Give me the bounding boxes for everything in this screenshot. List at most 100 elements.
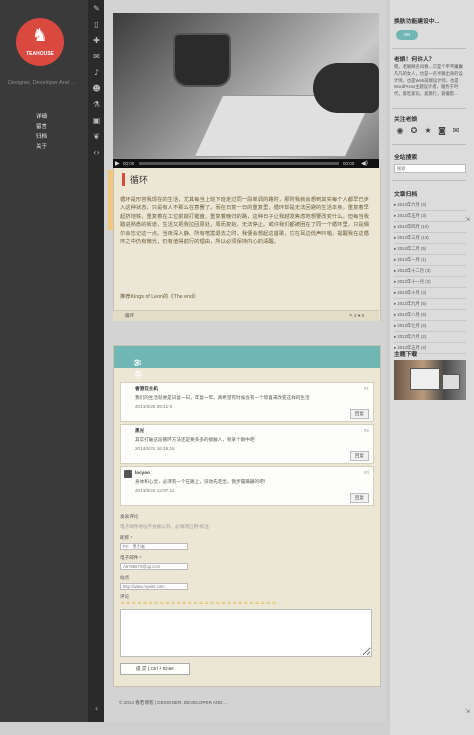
post-title[interactable]: 循环 bbox=[122, 173, 148, 186]
search-title: 全站搜索 bbox=[394, 155, 418, 161]
about-title: 老娘！何许人？ bbox=[394, 57, 435, 63]
archive-item[interactable]: ▸ 2014年五月 (3) bbox=[394, 211, 466, 222]
heart-icon: ♥ bbox=[357, 313, 361, 318]
comments-section: ✉ 3 条留言 香港云主机 #1 我们的生活就要是日复一日，年复一年。真希望有时… bbox=[113, 345, 381, 687]
tencent-icon[interactable]: ✪ bbox=[410, 127, 418, 135]
reply-button[interactable]: 回复 bbox=[349, 493, 369, 503]
post-signature: 推荐Kings of Leon的《The end》 bbox=[120, 294, 199, 300]
email-input[interactable] bbox=[120, 563, 188, 570]
site-tagline: Designer, Developer And ... bbox=[8, 80, 75, 86]
footer-text: © 2014 春若博客 | DESIGNER, DEVELOPER AND ..… bbox=[119, 700, 228, 705]
comment-count-icon: ✎ bbox=[349, 313, 353, 318]
comment-number: #1 bbox=[363, 386, 369, 391]
like-count[interactable]: 0 bbox=[362, 313, 365, 318]
comment-item: locyoo #3 身体和心灵，必须有一个在路上，没动先走出，我步履蹒跚的吧！ … bbox=[120, 466, 374, 506]
comments-header: ✉ 3 条留言 bbox=[114, 346, 380, 406]
archive-item[interactable]: ▸ 2014年六月 (4) bbox=[394, 200, 466, 211]
nav-item-details[interactable]: 详细 bbox=[36, 112, 47, 120]
audio-player: ▶ 00:00 00:00 ◀) bbox=[113, 159, 379, 168]
user-icon[interactable]: ☻ bbox=[92, 84, 101, 93]
tablet-icon[interactable]: ▯ bbox=[92, 20, 101, 29]
archive-item[interactable]: ▸ 2014年三月 (13) bbox=[394, 233, 466, 244]
archive-item[interactable]: ▸ 2013年七月 (4) bbox=[394, 321, 466, 332]
logo-text: TEAHOUSE bbox=[26, 51, 54, 57]
submit-button[interactable]: 提 交 ( Ctrl + Enter bbox=[120, 663, 190, 675]
post-meta: 循环 ✎ 3 ♥ 0 bbox=[113, 310, 379, 321]
comment-item: 黑光 #2 其实打破这段循环方法还是要多多的接触人，到某个群中吧 2014/6/… bbox=[120, 424, 374, 464]
skin-toggle[interactable]: ON bbox=[396, 30, 418, 40]
play-icon[interactable]: ▶ bbox=[115, 160, 120, 167]
gamepad-icon[interactable]: ✚ bbox=[92, 36, 101, 45]
comment-count[interactable]: 3 bbox=[354, 313, 357, 318]
archive-item[interactable]: ▸ 2013年十二月 (3) bbox=[394, 266, 466, 277]
site-input[interactable] bbox=[120, 583, 188, 590]
divider bbox=[392, 180, 466, 181]
divider bbox=[392, 108, 466, 109]
archive-item[interactable]: ▸ 2014年二月 (5) bbox=[394, 244, 466, 255]
archive-title: 文章归档 bbox=[394, 192, 418, 198]
comment-date: 2014/6/22 16:16:16 bbox=[135, 446, 175, 451]
reply-button[interactable]: 回复 bbox=[349, 409, 369, 419]
archive-item[interactable]: ▸ 2013年八月 (6) bbox=[394, 310, 466, 321]
name-input[interactable] bbox=[120, 543, 188, 550]
smiley-bar[interactable]: ☺☺☺☺☺☺☺☺☺☺☺☺☺☺☺☺☺☺☺☺☺☺☺☺☺☺☺☺ bbox=[120, 600, 277, 606]
flask-icon[interactable]: ⚗ bbox=[92, 100, 101, 109]
archive-item[interactable]: ▸ 2013年十月 (3) bbox=[394, 288, 466, 299]
post-card: 循环 循环是形容我现在的生活，尤其每当上班下班走过同一段单调的路时，那时我就会想… bbox=[113, 168, 381, 321]
horse-logo-icon: ♞ bbox=[31, 25, 49, 46]
search-input[interactable] bbox=[394, 164, 466, 173]
expand-arrow-icon[interactable]: ⇲ bbox=[465, 216, 470, 223]
rss-icon[interactable]: ◙ bbox=[438, 127, 446, 135]
image-icon[interactable]: ▣ bbox=[92, 116, 101, 125]
post-counts: ✎ 3 ♥ 0 bbox=[349, 313, 364, 319]
nav-item-guestbook[interactable]: 留言 bbox=[36, 122, 47, 130]
mug-shape bbox=[173, 33, 231, 87]
follow-title: 关注老娘 bbox=[394, 117, 418, 123]
comment-text: 身体和心灵，必须有一个在路上，没动先走出，我步履蹒跚的吧！ bbox=[135, 479, 269, 484]
archive-item[interactable]: ▸ 2014年四月 (10) bbox=[394, 222, 466, 233]
nav-item-about[interactable]: 关于 bbox=[36, 142, 47, 150]
left-sidebar: ♞ TEAHOUSE Designer, Developer And ... 详… bbox=[0, 0, 88, 722]
envelope-icon[interactable]: ✉ bbox=[92, 52, 101, 61]
site-logo[interactable]: ♞ TEAHOUSE bbox=[16, 18, 64, 66]
about-text: 嗯，老娘网名叫春…只是个平平庸庸凡凡的女人，也是一名半路出身的设计师，也是Web… bbox=[394, 64, 463, 97]
screen-shape bbox=[442, 374, 460, 390]
comment-number: #3 bbox=[363, 470, 369, 475]
site-footer: © 2014 春若博客 | DESIGNER, DEVELOPER AND ..… bbox=[113, 697, 379, 711]
theme-download-image[interactable] bbox=[394, 360, 466, 400]
code-icon[interactable]: ‹› bbox=[92, 148, 101, 157]
archive-item[interactable]: ▸ 2013年六月 (2) bbox=[394, 332, 466, 343]
weibo-icon[interactable]: ◉ bbox=[396, 127, 404, 135]
email-label: 电子邮件 * bbox=[120, 555, 142, 560]
divider bbox=[392, 48, 466, 49]
leaf-icon[interactable]: ❦ bbox=[92, 132, 101, 141]
post-category[interactable]: 循环 bbox=[125, 313, 134, 319]
player-total-time: 00:00 bbox=[343, 161, 355, 166]
archive-item[interactable]: ▸ 2013年九月 (5) bbox=[394, 299, 466, 310]
site-label: 站点 bbox=[120, 575, 130, 580]
comment-number: #2 bbox=[363, 428, 369, 433]
comment-author[interactable]: 黑光 bbox=[135, 428, 144, 434]
comment-author[interactable]: 香港云主机 bbox=[135, 386, 158, 392]
volume-icon[interactable]: ◀) bbox=[361, 160, 368, 167]
comment-icon[interactable]: ✎ bbox=[92, 4, 101, 13]
mail-icon[interactable]: ✉ bbox=[452, 127, 460, 135]
reply-button[interactable]: 回复 bbox=[349, 451, 369, 461]
form-title: 发表评论 bbox=[120, 514, 139, 519]
expand-arrow-icon[interactable]: ⇲ bbox=[465, 708, 470, 715]
player-progress[interactable] bbox=[139, 162, 339, 165]
archive-item[interactable]: ▸ 2013年十一月 (2) bbox=[394, 277, 466, 288]
comment-author[interactable]: locyoo bbox=[135, 470, 150, 475]
name-label: 昵称 * bbox=[120, 535, 133, 540]
qzone-icon[interactable]: ★ bbox=[424, 127, 432, 135]
hand-shape bbox=[313, 63, 379, 113]
chevron-left-icon[interactable]: ‹ bbox=[92, 704, 101, 713]
post-image bbox=[113, 13, 379, 159]
category-icon-bar: ✎ ▯ ✚ ✉ ♪ ☻ ⚗ ▣ ❦ ‹› ‹ bbox=[88, 0, 104, 722]
comment-textarea[interactable] bbox=[120, 609, 372, 657]
comment-item: 香港云主机 #1 我们的生活就要是日复一日，年复一年。真希望有时候会有一个惊喜来… bbox=[120, 382, 374, 422]
music-icon[interactable]: ♪ bbox=[92, 68, 101, 77]
archive-item[interactable]: ▸ 2014年一月 (1) bbox=[394, 255, 466, 266]
comment-text: 其实打破这段循环方法还是要多多的接触人，到某个群中吧 bbox=[135, 437, 255, 442]
nav-item-archive[interactable]: 归档 bbox=[36, 132, 47, 140]
